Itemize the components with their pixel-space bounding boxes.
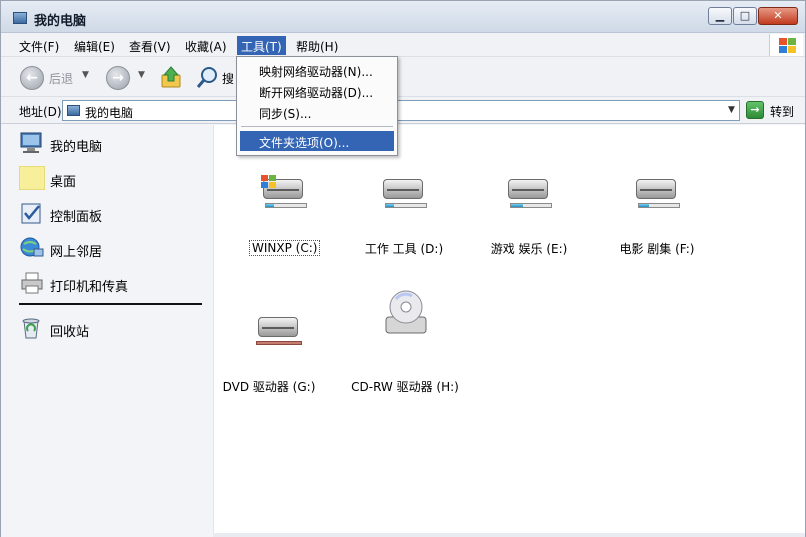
drive-label: CD-RW 驱动器 (H:) bbox=[351, 380, 459, 394]
address-value[interactable]: 我的电脑 bbox=[85, 104, 133, 121]
menu-separator bbox=[241, 126, 393, 127]
windows-logo-icon bbox=[769, 34, 803, 56]
recycle-bin-icon bbox=[22, 318, 40, 339]
cd-drive-icon bbox=[385, 290, 427, 334]
drive-label: DVD 驱动器 (G:) bbox=[222, 380, 316, 394]
sidebar-item-recycle-bin[interactable]: 回收站 bbox=[17, 314, 207, 344]
hard-drive-icon bbox=[504, 173, 552, 211]
sidebar-item-label: 回收站 bbox=[50, 325, 90, 340]
menu-favorites[interactable]: 收藏(A) bbox=[181, 36, 231, 55]
menu-tools[interactable]: 工具(T) bbox=[237, 36, 286, 55]
sidebar-item-control-panel[interactable]: 控制面板 bbox=[17, 199, 207, 229]
menu-file[interactable]: 文件(F) bbox=[15, 36, 63, 55]
address-dropdown-icon[interactable]: ▼ bbox=[724, 102, 739, 119]
menu-bar: 文件(F) 编辑(E) 查看(V) 收藏(A) 工具(T) 帮助(H) bbox=[1, 33, 805, 57]
computer-icon bbox=[13, 12, 27, 24]
dvd-drive-icon bbox=[254, 311, 302, 349]
sidebar-item-label: 网上邻居 bbox=[50, 245, 103, 260]
title-bar[interactable]: 我的电脑 ▁ □ ✕ bbox=[1, 1, 805, 33]
drive-label: 电影 剧集 (F:) bbox=[619, 242, 695, 256]
sidebar-item-label: 打印机和传真 bbox=[50, 280, 129, 295]
hard-drive-icon bbox=[632, 173, 680, 211]
sidebar: 我的电脑 桌面 控制面板 网上邻居 打印机和传真 回收站 bbox=[1, 125, 213, 537]
back-icon[interactable]: ← bbox=[20, 66, 44, 90]
drive-item-e[interactable]: 游戏 娱乐 (E:) bbox=[464, 135, 584, 256]
explorer-window: 我的电脑 ▁ □ ✕ 文件(F) 编辑(E) 查看(V) 收藏(A) 工具(T)… bbox=[0, 0, 806, 537]
drive-list: WINXP (C:) 工作 工具 (D:) 游戏 娱乐 (E:) 电影 剧集 (… bbox=[213, 125, 805, 533]
menu-edit[interactable]: 编辑(E) bbox=[70, 36, 119, 55]
sidebar-item-label: 我的电脑 bbox=[50, 140, 103, 155]
hard-drive-icon bbox=[379, 173, 427, 211]
drive-usage-bar bbox=[639, 204, 649, 207]
sidebar-item-my-computer[interactable]: 我的电脑 bbox=[17, 129, 207, 159]
network-icon bbox=[20, 237, 44, 257]
drive-usage-bar bbox=[266, 204, 274, 207]
system-drive-icon bbox=[259, 173, 307, 211]
status-strip bbox=[213, 533, 805, 537]
drive-usage-bar bbox=[386, 204, 394, 207]
back-dropdown-icon[interactable]: ▼ bbox=[82, 70, 89, 80]
drive-label: 游戏 娱乐 (E:) bbox=[490, 242, 568, 256]
address-input[interactable]: 我的电脑 ▼ bbox=[62, 100, 740, 121]
toolbar: ← 后退 ▼ → ▼ 搜 bbox=[1, 57, 805, 97]
minimize-button[interactable]: ▁ bbox=[708, 7, 732, 25]
drive-label: 工作 工具 (D:) bbox=[364, 242, 444, 256]
menu-item-map-network-drive[interactable]: 映射网络驱动器(N)... bbox=[240, 60, 394, 80]
control-panel-icon bbox=[21, 203, 41, 224]
menu-help[interactable]: 帮助(H) bbox=[292, 36, 342, 55]
go-button-label[interactable]: 转到 bbox=[770, 103, 794, 120]
search-icon[interactable] bbox=[196, 66, 220, 90]
drive-item-f[interactable]: 电影 剧集 (F:) bbox=[592, 135, 712, 256]
maximize-button[interactable]: □ bbox=[733, 7, 757, 25]
sidebar-item-label: 控制面板 bbox=[50, 210, 103, 225]
menu-view[interactable]: 查看(V) bbox=[125, 36, 175, 55]
window-title: 我的电脑 bbox=[34, 14, 87, 29]
menu-item-folder-options[interactable]: 文件夹选项(O)... bbox=[240, 131, 394, 151]
sidebar-item-desktop[interactable]: 桌面 bbox=[17, 164, 207, 194]
menu-item-disconnect-network-drive[interactable]: 断开网络驱动器(D)... bbox=[240, 81, 394, 101]
back-button-label[interactable]: 后退 bbox=[49, 70, 73, 87]
sidebar-divider bbox=[19, 303, 202, 305]
printer-icon bbox=[21, 272, 43, 294]
tools-menu: 映射网络驱动器(N)... 断开网络驱动器(D)... 同步(S)... 文件夹… bbox=[236, 56, 398, 156]
drive-label: WINXP (C:) bbox=[249, 240, 321, 256]
menu-item-synchronize[interactable]: 同步(S)... bbox=[240, 102, 394, 122]
forward-icon[interactable]: → bbox=[106, 66, 130, 90]
sidebar-item-printers[interactable]: 打印机和传真 bbox=[17, 269, 207, 299]
go-button[interactable]: → 转到 bbox=[746, 100, 802, 121]
close-button[interactable]: ✕ bbox=[758, 7, 798, 25]
address-label: 地址(D) bbox=[19, 105, 62, 119]
search-button-label[interactable]: 搜 bbox=[222, 70, 234, 87]
computer-icon bbox=[20, 132, 42, 153]
drive-item-g[interactable]: DVD 驱动器 (G:) bbox=[214, 273, 334, 394]
up-folder-icon[interactable] bbox=[161, 66, 181, 88]
drive-usage-bar bbox=[511, 204, 523, 207]
sidebar-item-network[interactable]: 网上邻居 bbox=[17, 234, 207, 264]
address-bar: 地址(D) 我的电脑 ▼ → 转到 bbox=[1, 97, 805, 124]
sidebar-item-label: 桌面 bbox=[50, 175, 77, 190]
desktop-icon bbox=[19, 166, 45, 190]
forward-dropdown-icon[interactable]: ▼ bbox=[138, 70, 145, 80]
computer-icon bbox=[67, 105, 80, 116]
drive-item-h[interactable]: CD-RW 驱动器 (H:) bbox=[342, 273, 462, 394]
go-arrow-icon[interactable]: → bbox=[746, 101, 764, 119]
